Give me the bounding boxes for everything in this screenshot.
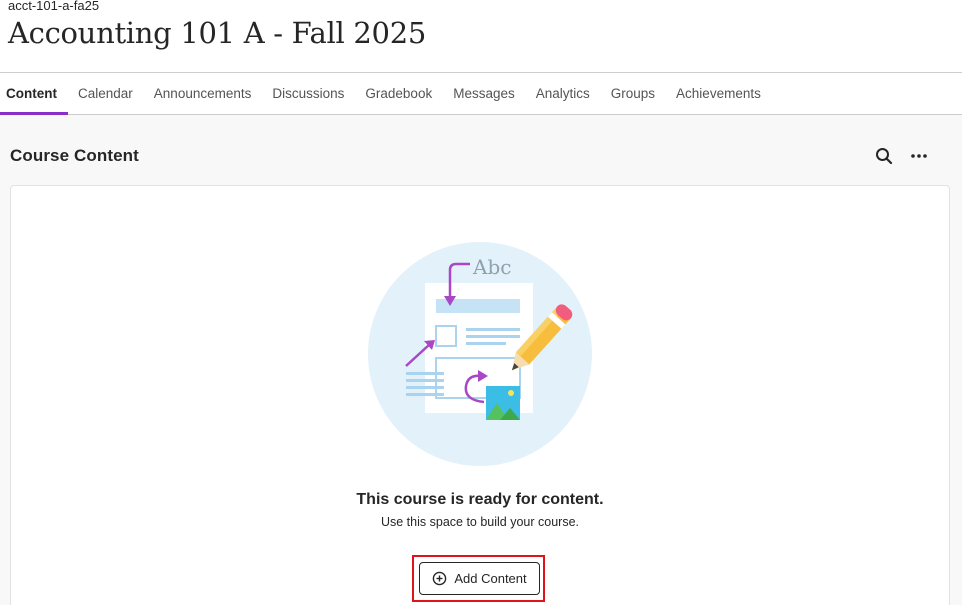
tab-announcements[interactable]: Announcements (143, 73, 262, 114)
tab-groups[interactable]: Groups (600, 73, 665, 114)
add-content-label: Add Content (454, 571, 527, 586)
tab-calendar[interactable]: Calendar (68, 73, 144, 114)
tab-content[interactable]: Content (0, 73, 68, 115)
more-options-button[interactable] (908, 145, 930, 167)
content-panel: Abc This course is ready for content. Us… (10, 185, 950, 605)
tab-analytics[interactable]: Analytics (525, 73, 600, 114)
tab-gradebook[interactable]: Gradebook (355, 73, 443, 114)
plus-circle-icon (433, 571, 447, 586)
add-content-button[interactable]: Add Content (419, 562, 540, 595)
main-content: Course Content Abc This course is ready … (0, 115, 962, 605)
illustration-abc-text: Abc (472, 255, 511, 279)
empty-state-subtitle: Use this space to build your course. (380, 515, 580, 529)
course-header: acct-101-a-fa25 Accounting 101 A - Fall … (0, 0, 962, 72)
course-title: Accounting 101 A - Fall 2025 (8, 16, 426, 50)
course-code: acct-101-a-fa25 (8, 0, 100, 13)
section-title: Course Content (10, 146, 139, 165)
empty-state-title: This course is ready for content. (356, 491, 604, 508)
course-nav: Content Calendar Announcements Discussio… (0, 72, 962, 115)
search-button[interactable] (873, 145, 895, 167)
more-horizontal-icon (911, 154, 927, 158)
search-icon (876, 148, 893, 165)
tab-messages[interactable]: Messages (443, 73, 526, 114)
tab-achievements[interactable]: Achievements (666, 73, 772, 114)
tab-discussions[interactable]: Discussions (262, 73, 355, 114)
empty-content-illustration: Abc (368, 242, 592, 466)
